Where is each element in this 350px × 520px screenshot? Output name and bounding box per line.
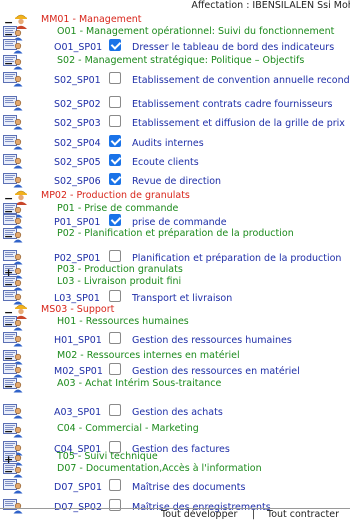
collapse-toggle[interactable]: − (4, 381, 13, 392)
user-icon[interactable] (3, 71, 23, 87)
user-icon[interactable] (3, 38, 23, 54)
process-label[interactable]: D07 - Documentation,Accès à l'informatio… (57, 463, 262, 475)
subprocess-code[interactable]: S02_SP01 (54, 75, 101, 87)
tree-row-process: − S02 - Management stratégique: Politique… (0, 54, 350, 70)
user-icon[interactable] (3, 478, 23, 494)
process-label[interactable]: L03 - Livraison produit fini (57, 276, 181, 288)
subprocess-code[interactable]: A03_SP01 (54, 407, 101, 419)
subprocess-checkbox[interactable] (109, 135, 121, 147)
subprocess-label[interactable]: Gestion des achats (132, 407, 223, 419)
subprocess-label[interactable]: Dresser le tableau de bord des indicateu… (132, 42, 334, 54)
tree-footer: Tout développer | Tout contracter (0, 508, 350, 520)
collapse-toggle[interactable]: − (4, 319, 13, 330)
subprocess-label[interactable]: Audits internes (132, 138, 204, 150)
tree-row-process: − H01 - Ressources humaines (0, 315, 350, 331)
subprocess-code[interactable]: S02_SP06 (54, 176, 101, 188)
subprocess-label[interactable]: Maîtrise des documents (132, 482, 245, 494)
assignment-text: Affectation : IBENSILALEN Ssi Mohammed (191, 0, 350, 11)
subprocess-checkbox[interactable] (109, 404, 121, 416)
collapse-toggle[interactable]: − (4, 58, 13, 69)
subprocess-code[interactable]: O01_SP01 (54, 42, 102, 54)
tree-row-process: − C04 - Commercial - Marketing (0, 422, 350, 438)
subprocess-checkbox[interactable] (109, 115, 121, 127)
subprocess-code[interactable]: S02_SP03 (54, 118, 101, 130)
user-icon[interactable] (3, 362, 23, 378)
subprocess-label[interactable]: Etablissement et diffusion de la grille … (132, 118, 345, 130)
user-icon[interactable] (3, 331, 23, 347)
collapse-toggle[interactable]: − (4, 426, 13, 437)
tree-row-sub: A03_SP01 Gestion des achats (0, 403, 350, 419)
user-icon[interactable] (3, 95, 23, 111)
assignment-header: Affectation : IBENSILALEN Ssi Mohammed (0, 0, 350, 12)
tree-row-sub: S02_SP01 Etablissement de convention annu… (0, 71, 350, 87)
subprocess-checkbox[interactable] (109, 173, 121, 185)
collapse-toggle[interactable]: − (4, 466, 13, 477)
tree-row-process: − P02 - Planification et préparation de l… (0, 227, 350, 243)
subprocess-checkbox[interactable] (109, 96, 121, 108)
collapse-all-link[interactable]: Tout contracter (267, 509, 339, 520)
subprocess-checkbox[interactable] (109, 332, 121, 344)
subprocess-checkbox[interactable] (109, 363, 121, 375)
tree-row-process: − A03 - Achat Intérim Sous-traitance (0, 377, 350, 393)
subprocess-code[interactable]: S02_SP05 (54, 157, 101, 169)
process-label[interactable]: H01 - Ressources humaines (57, 316, 189, 328)
footer-separator: | (252, 509, 256, 520)
process-label[interactable]: P02 - Planification et préparation de la… (57, 228, 294, 240)
tree-row-process: − D07 - Documentation,Accès à l'informati… (0, 462, 350, 478)
expand-all-link[interactable]: Tout développer (161, 509, 237, 520)
tree-row-sub: M02_SP01 Gestion des ressources en matéri… (0, 362, 350, 378)
subprocess-label[interactable]: Ecoute clients (132, 157, 199, 169)
subprocess-label[interactable]: Revue de direction (132, 176, 221, 188)
process-label[interactable]: S02 - Management stratégique: Politique … (57, 55, 304, 67)
subprocess-checkbox[interactable] (109, 154, 121, 166)
subprocess-label[interactable]: Etablissement contrats cadre fournisseur… (132, 99, 333, 111)
macro-process-label[interactable]: MP02 - Production de granulats (41, 190, 190, 202)
tree-row-sub: S02_SP06 Revue de direction (0, 172, 350, 188)
subprocess-code[interactable]: S02_SP02 (54, 99, 101, 111)
collapse-toggle[interactable]: − (4, 231, 13, 242)
subprocess-checkbox[interactable] (109, 72, 121, 84)
subprocess-checkbox[interactable] (109, 39, 121, 51)
user-icon[interactable] (3, 403, 23, 419)
user-icon[interactable] (3, 153, 23, 169)
tree-row-sub: S02_SP04 Audits internes (0, 134, 350, 150)
subprocess-code[interactable]: H01_SP01 (54, 335, 102, 347)
process-label[interactable]: A03 - Achat Intérim Sous-traitance (57, 378, 221, 390)
user-icon[interactable] (3, 172, 23, 188)
process-label[interactable]: C04 - Commercial - Marketing (57, 423, 199, 435)
subprocess-code[interactable]: D07_SP01 (54, 482, 102, 494)
subprocess-checkbox[interactable] (109, 250, 121, 262)
subprocess-checkbox[interactable] (109, 479, 121, 491)
subprocess-label[interactable]: Gestion des ressources humaines (132, 335, 292, 347)
tree-row-sub: O01_SP01 Dresser le tableau de bord des i… (0, 38, 350, 54)
process-label[interactable]: M02 - Ressources internes en matériel (57, 350, 240, 362)
subprocess-checkbox[interactable] (109, 214, 121, 226)
tree-row-sub: S02_SP05 Ecoute clients (0, 153, 350, 169)
tree-row-sub: S02_SP03 Etablissement et diffusion de la… (0, 114, 350, 130)
subprocess-checkbox[interactable] (109, 290, 121, 302)
tree-row-sub: H01_SP01 Gestion des ressources humaines (0, 331, 350, 347)
user-icon[interactable] (3, 114, 23, 130)
process-label[interactable]: O01 - Management opérationnel: Suivi du … (57, 26, 334, 38)
user-icon[interactable] (3, 134, 23, 150)
tree-row-sub: D07_SP01 Maîtrise des documents (0, 478, 350, 494)
subprocess-label[interactable]: Etablissement de convention annuelle rec… (132, 75, 350, 87)
tree-row-sub: S02_SP02 Etablissement contrats cadre fou… (0, 95, 350, 111)
subprocess-code[interactable]: S02_SP04 (54, 138, 101, 150)
